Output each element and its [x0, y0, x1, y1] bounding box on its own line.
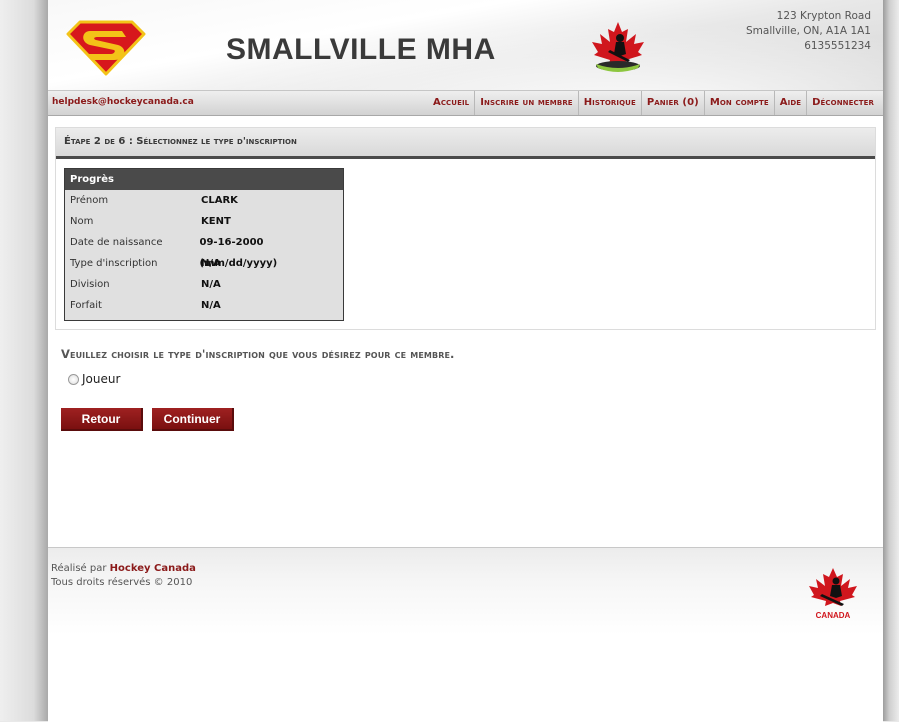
address-line: 123 Krypton Road [776, 10, 871, 22]
radio-label: Joueur [82, 372, 121, 386]
progress-label: Date de naissance [70, 237, 163, 248]
step-panel: Étape 2 de 6 : Sélectionnez le type d'in… [55, 127, 876, 330]
hockey-canada-link[interactable]: Hockey Canada [110, 563, 196, 574]
progress-value: KENT [201, 216, 231, 227]
progress-row: Division N/A [65, 274, 343, 295]
progress-value: N/A [201, 258, 221, 269]
canada-logo-text: CANADA [816, 611, 851, 620]
progress-row: Date de naissance 09-16-2000 (mm/dd/yyyy… [65, 232, 343, 269]
site-title: SMALLVILLE MHA [226, 33, 496, 66]
progress-value: N/A [201, 279, 221, 290]
main-navigation: helpdesk@hockeycanada.ca Accueil Inscrir… [48, 90, 883, 116]
radio-button[interactable] [68, 373, 79, 385]
ohf-logo-icon [592, 22, 644, 72]
progress-value: CLARK [201, 195, 238, 206]
left-page-shadow [0, 0, 48, 721]
nav-menu: Accueil Inscrire un membre Historique Pa… [428, 91, 879, 115]
progress-label: Prénom [70, 195, 109, 206]
page: SMALLVILLE MHA 123 Krypton Road Smallvil… [48, 0, 883, 722]
right-page-shadow [883, 0, 899, 721]
nav-item-aide[interactable]: Aide [773, 91, 806, 115]
progress-label: Forfait [70, 300, 102, 311]
progress-label: Type d'inscription [70, 258, 158, 269]
nav-item-accueil[interactable]: Accueil [428, 91, 474, 115]
site-footer: Réalisé par Hockey Canada Tous droits ré… [48, 547, 883, 722]
made-by-prefix: Réalisé par [51, 563, 107, 574]
progress-row: Prénom CLARK [65, 190, 343, 211]
nav-item-panier[interactable]: Panier (0) [640, 91, 704, 115]
hockey-canada-logo-icon: CANADA [809, 568, 857, 620]
helpdesk-email-link[interactable]: helpdesk@hockeycanada.ca [52, 97, 194, 107]
progress-row: Forfait N/A [65, 295, 343, 316]
choose-type-heading: Veuillez choisir le type d'inscription q… [61, 347, 455, 361]
back-button[interactable]: Retour [61, 408, 143, 431]
progress-value: N/A [201, 300, 221, 311]
site-header: SMALLVILLE MHA 123 Krypton Road Smallvil… [48, 0, 883, 90]
step-heading: Étape 2 de 6 : Sélectionnez le type d'in… [56, 128, 875, 159]
progress-summary: Progrès Prénom CLARK Nom KENT Date de na… [64, 168, 344, 321]
continue-button[interactable]: Continuer [152, 408, 234, 431]
nav-item-historique[interactable]: Historique [577, 91, 641, 115]
progress-row: Type d'inscription N/A [65, 253, 343, 274]
phone-number: 6135551234 [804, 40, 871, 52]
made-by: Réalisé par Hockey Canada [51, 563, 196, 574]
nav-item-mon-compte[interactable]: Mon compte [703, 91, 774, 115]
club-address: 123 Krypton Road Smallville, ON, A1A 1A1… [746, 9, 871, 54]
radio-option-joueur[interactable]: Joueur [68, 370, 120, 388]
nav-item-deconnecter[interactable]: Déconnecter [806, 91, 879, 115]
superman-logo-icon [66, 20, 146, 76]
progress-row: Nom KENT [65, 211, 343, 232]
nav-item-inscrire-membre[interactable]: Inscrire un membre [474, 91, 577, 115]
progress-title: Progrès [65, 169, 343, 190]
copyright: Tous droits réservés © 2010 [51, 577, 193, 588]
progress-label: Division [70, 279, 110, 290]
progress-label: Nom [70, 216, 94, 227]
address-line: Smallville, ON, A1A 1A1 [746, 25, 871, 37]
progress-value: 09-16-2000 (mm/dd/yyyy) [199, 237, 278, 269]
